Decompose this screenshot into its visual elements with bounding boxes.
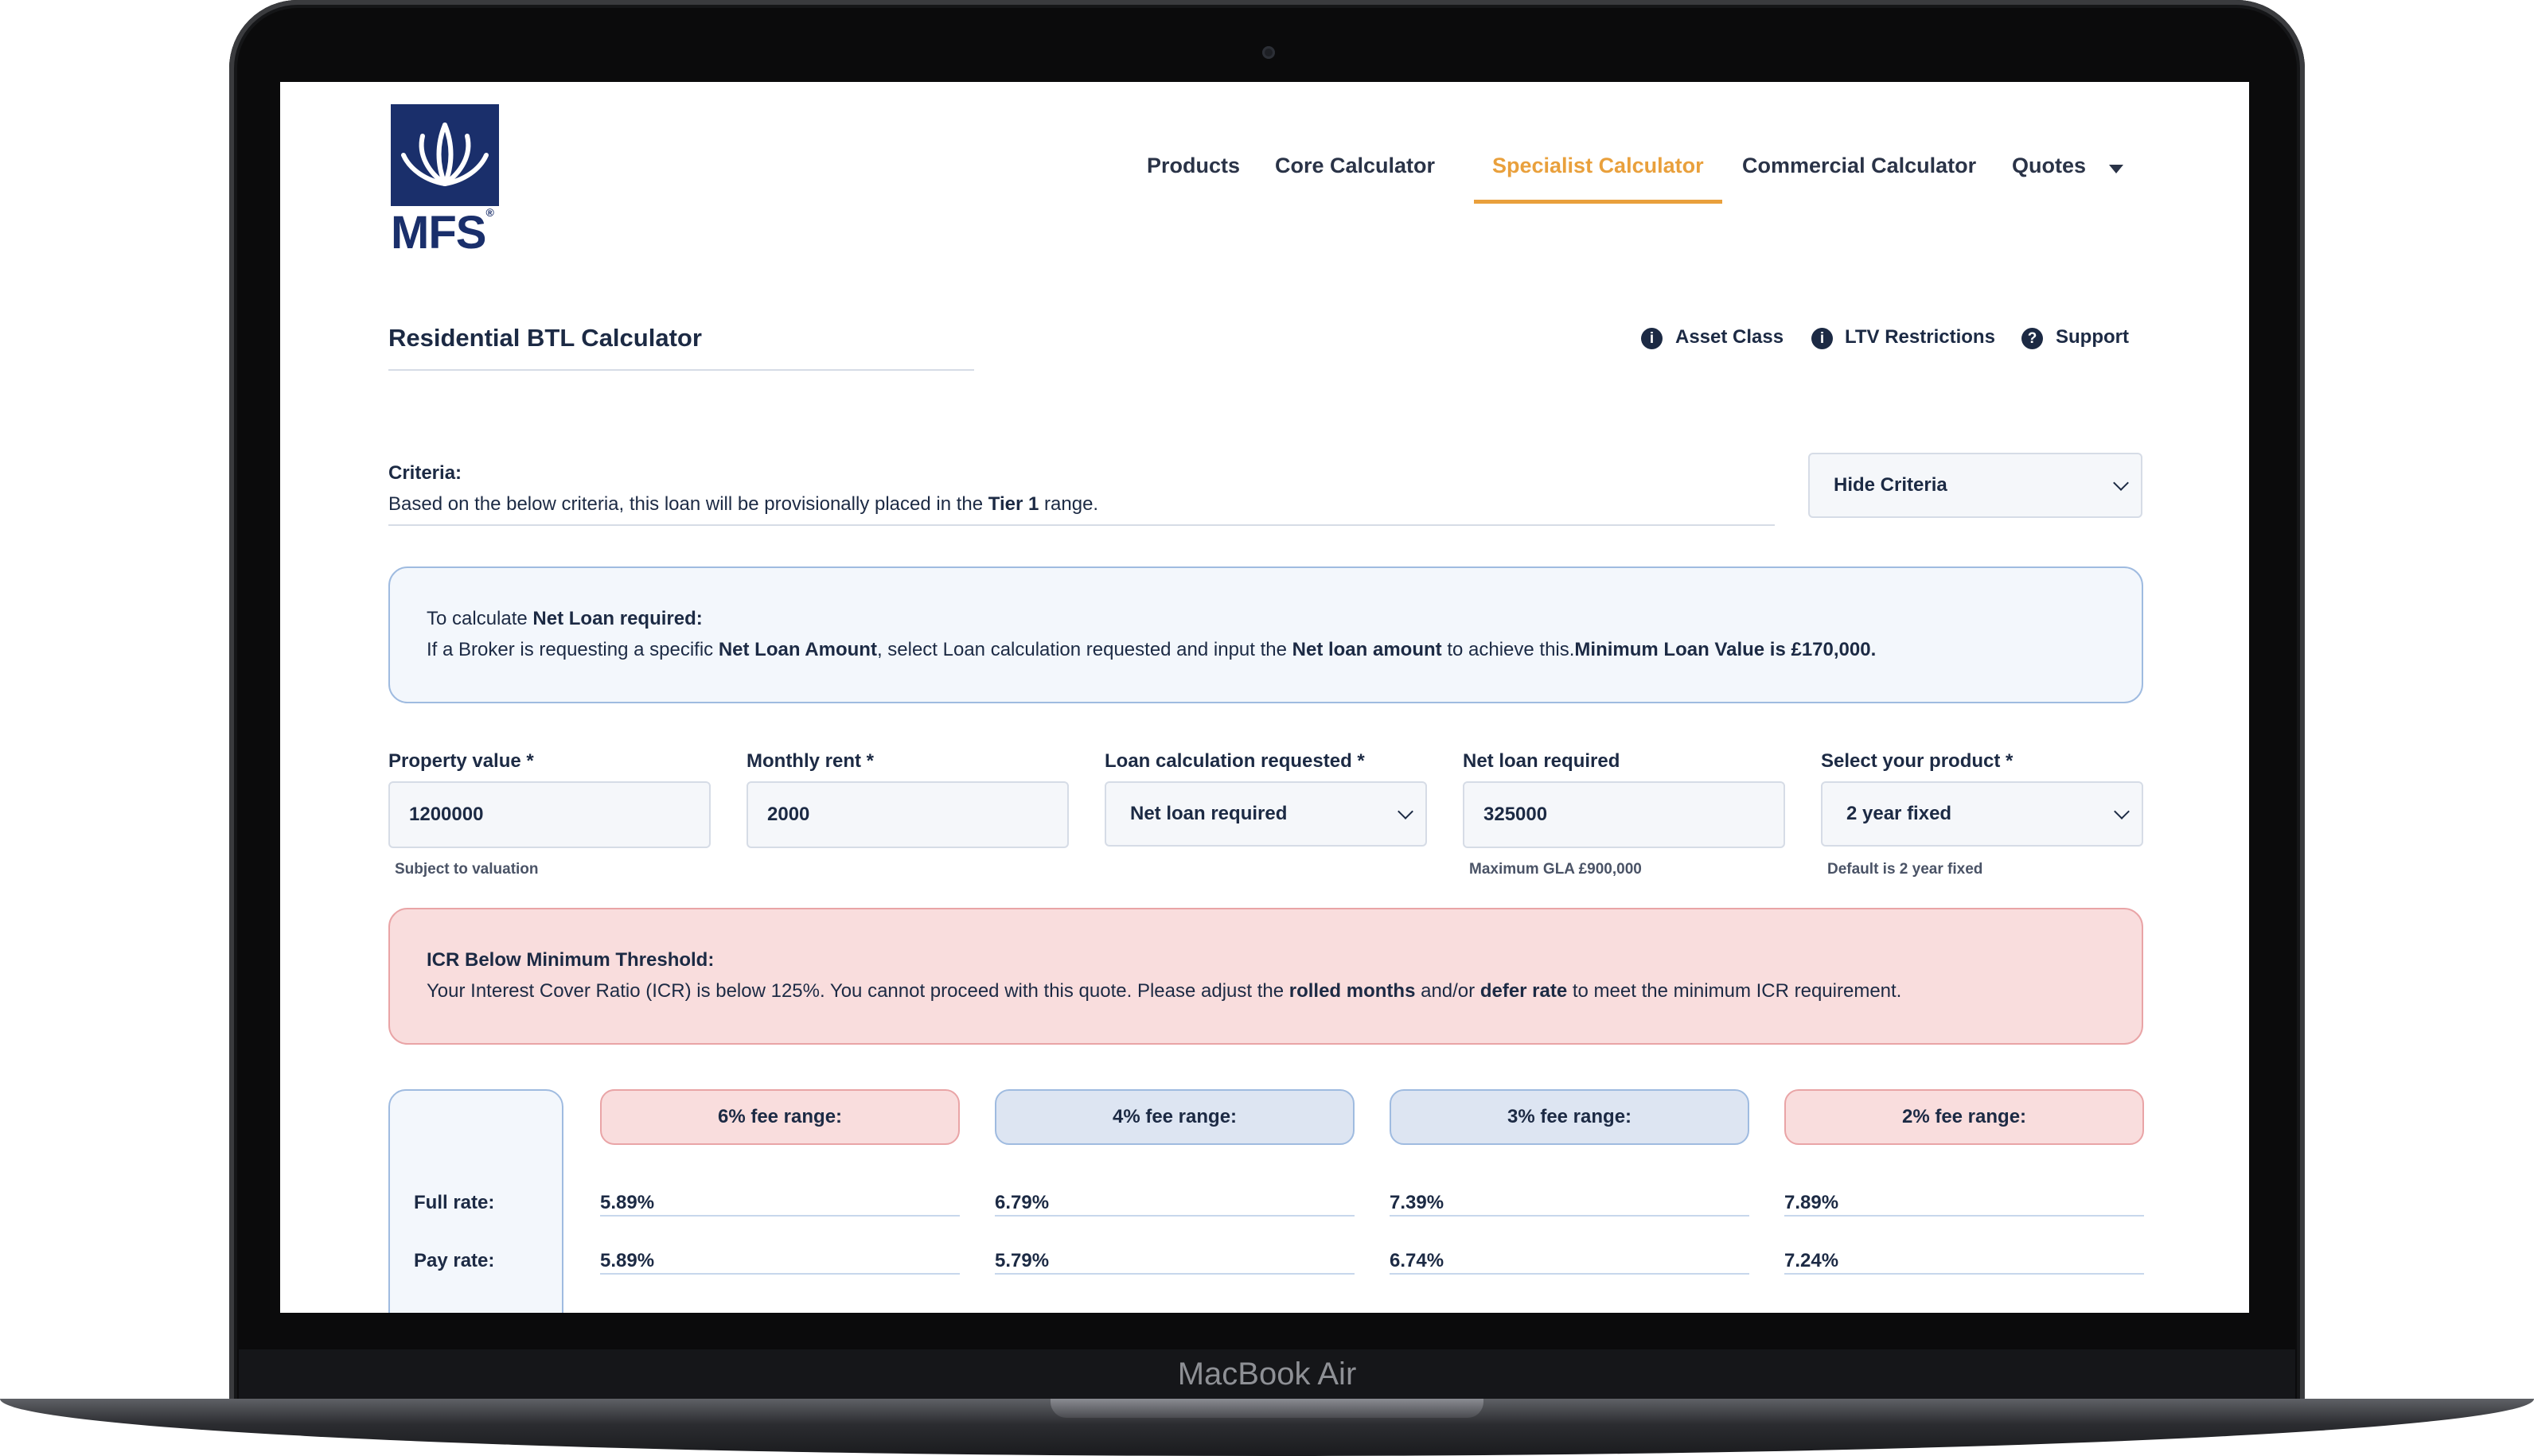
fee-range-6-pay-rate: 5.89%	[600, 1250, 655, 1271]
asset-class-link[interactable]: Asset Class	[1675, 326, 1784, 348]
nav-core-calculator[interactable]: Core Calculator	[1275, 154, 1435, 185]
ltv-restrictions-link[interactable]: LTV Restrictions	[1845, 326, 1995, 348]
rate-divider	[1390, 1215, 1749, 1217]
logo-wordmark: MFS®	[391, 206, 494, 259]
nav-quotes[interactable]: Quotes	[2012, 154, 2086, 185]
fee-range-6-header[interactable]: 6% fee range:	[600, 1089, 960, 1145]
fee-range-3-header[interactable]: 3% fee range:	[1390, 1089, 1749, 1145]
nav-commercial-calculator[interactable]: Commercial Calculator	[1742, 154, 1976, 185]
chevron-down-icon	[2113, 475, 2129, 491]
nav-products[interactable]: Products	[1147, 154, 1240, 185]
caret-down-icon[interactable]	[2109, 165, 2123, 173]
loan-calculation-select[interactable]: Net loan required	[1105, 781, 1427, 847]
fee-range-4-full-rate: 6.79%	[995, 1192, 1050, 1213]
product-value: 2 year fixed	[1846, 803, 1952, 824]
info-circle-icon: i	[1811, 328, 1833, 349]
info-circle-icon: i	[1641, 328, 1663, 349]
nav-specialist-calculator[interactable]: Specialist Calculator	[1492, 154, 1704, 185]
info-text: If a Broker is requesting a specific Net…	[427, 639, 1877, 660]
rate-divider	[1784, 1215, 2144, 1217]
icr-warning-box	[388, 908, 2143, 1045]
product-select[interactable]: 2 year fixed	[1821, 781, 2143, 847]
rate-divider	[1390, 1273, 1749, 1275]
fee-range-2-full-rate: 7.89%	[1784, 1192, 1839, 1213]
full-rate-label: Full rate:	[414, 1192, 495, 1213]
rate-divider	[995, 1273, 1355, 1275]
page-title: Residential BTL Calculator	[388, 324, 702, 352]
property-value-label: Property value *	[388, 750, 534, 772]
criteria-divider	[388, 524, 1775, 526]
product-hint: Default is 2 year fixed	[1827, 861, 1983, 878]
tier-value: Tier 1	[988, 493, 1039, 515]
rate-divider	[995, 1215, 1355, 1217]
hide-criteria-label: Hide Criteria	[1834, 474, 1947, 496]
hide-criteria-select[interactable]: Hide Criteria	[1808, 453, 2142, 518]
fee-range-2-header[interactable]: 2% fee range:	[1784, 1089, 2144, 1145]
fee-range-4-header[interactable]: 4% fee range:	[995, 1089, 1355, 1145]
fee-range-3-full-rate: 7.39%	[1390, 1192, 1444, 1213]
device-model-name: MacBook Air	[1177, 1357, 1357, 1392]
net-loan-hint: Maximum GLA £900,000	[1469, 861, 1642, 878]
chevron-down-icon	[2114, 804, 2130, 819]
pay-rate-label: Pay rate:	[414, 1250, 495, 1271]
icr-warning-title: ICR Below Minimum Threshold:	[427, 949, 715, 971]
rate-divider	[1784, 1273, 2144, 1275]
net-loan-label: Net loan required	[1463, 750, 1620, 772]
title-divider	[388, 369, 974, 371]
property-value-hint: Subject to valuation	[395, 861, 539, 878]
monthly-rent-input[interactable]: 2000	[747, 781, 1069, 848]
net-loan-info-box	[388, 566, 2143, 703]
criteria-text: Based on the below criteria, this loan w…	[388, 493, 1099, 515]
chevron-down-icon	[1398, 804, 1413, 819]
support-link[interactable]: Support	[2056, 326, 2129, 348]
criteria-label: Criteria:	[388, 462, 462, 484]
loan-calculation-value: Net loan required	[1130, 803, 1288, 824]
fee-range-3-pay-rate: 6.74%	[1390, 1250, 1444, 1271]
fee-range-2-pay-rate: 7.24%	[1784, 1250, 1839, 1271]
webcam	[1262, 46, 1275, 59]
monthly-rent-label: Monthly rent *	[747, 750, 874, 772]
rate-divider	[600, 1273, 960, 1275]
info-heading: To calculate Net Loan required:	[427, 608, 703, 629]
logo-emblem	[391, 104, 499, 206]
fee-range-6-full-rate: 5.89%	[600, 1192, 655, 1213]
mfs-logo[interactable]: MFS®	[391, 104, 499, 259]
nav-active-underline	[1474, 200, 1722, 204]
rate-divider	[600, 1215, 960, 1217]
loan-calculation-label: Loan calculation requested *	[1105, 750, 1365, 772]
net-loan-input[interactable]: 325000	[1463, 781, 1785, 848]
question-circle-icon: ?	[2021, 328, 2043, 349]
property-value-input[interactable]: 1200000	[388, 781, 711, 848]
laptop-hinge-notch	[1051, 1399, 1483, 1418]
fee-range-4-pay-rate: 5.79%	[995, 1250, 1050, 1271]
app-screen: MFS® Products Core Calculator Specialist…	[280, 82, 2249, 1313]
product-label: Select your product *	[1821, 750, 2014, 772]
icr-warning-text: Your Interest Cover Ratio (ICR) is below…	[427, 980, 1902, 1002]
